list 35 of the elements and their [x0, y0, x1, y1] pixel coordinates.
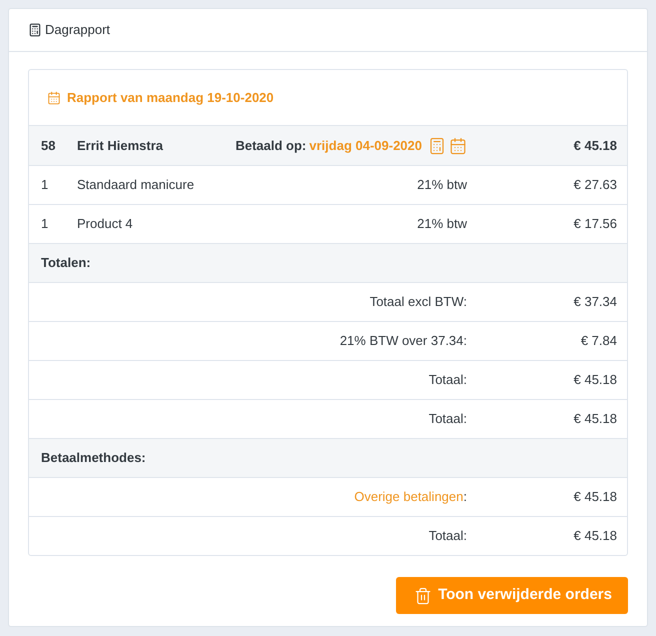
calculator-icon: [28, 23, 42, 37]
calendar-icon[interactable]: [449, 136, 467, 156]
summary-amount: € 45.18: [574, 527, 617, 546]
report-heading: Rapport van maandag 19-10-2020: [67, 88, 274, 107]
summary-label: Totaal excl BTW:: [370, 293, 467, 312]
line-amount: € 17.56: [574, 215, 617, 234]
line-amount: € 27.63: [574, 176, 617, 194]
summary-amount: € 7.84: [580, 332, 617, 350]
order-total: € 45.18: [574, 136, 617, 155]
panel-title: Dagrapport: [45, 21, 110, 40]
show-deleted-orders-button[interactable]: Toon verwijderde orders: [396, 577, 628, 614]
summary-label: 21% BTW over 37.34:: [340, 332, 467, 350]
calculator-icon[interactable]: [428, 136, 446, 156]
section-title: Betaalmethodes:: [41, 449, 146, 468]
line-quantity: 1: [41, 176, 50, 194]
paid-label: Betaald op:: [235, 136, 306, 155]
order-number: 58: [41, 136, 56, 155]
tax-rate: 21% btw: [417, 176, 467, 194]
product-name: Standaard manicure: [77, 176, 196, 194]
summary-amount: € 45.18: [574, 488, 617, 506]
line-quantity: 1: [41, 215, 50, 234]
section-title: Totalen:: [41, 254, 91, 272]
summary-amount: € 45.18: [574, 410, 617, 428]
summary-label: Totaal:: [428, 410, 467, 428]
summary-amount: € 37.34: [574, 293, 617, 312]
payment-method-link[interactable]: Overige betalingen: [354, 487, 464, 507]
paid-date: vrijdag 04-09-2020: [309, 136, 422, 155]
label-colon: :: [463, 488, 467, 506]
customer-name: Errit Hiemstra: [77, 136, 164, 155]
summary-label: Totaal:: [428, 527, 467, 546]
summary-amount: € 45.18: [574, 371, 617, 390]
calendar-icon: [47, 90, 61, 104]
product-name: Product 4: [77, 215, 134, 234]
summary-label: Totaal:: [428, 371, 467, 390]
tax-rate: 21% btw: [417, 215, 467, 234]
